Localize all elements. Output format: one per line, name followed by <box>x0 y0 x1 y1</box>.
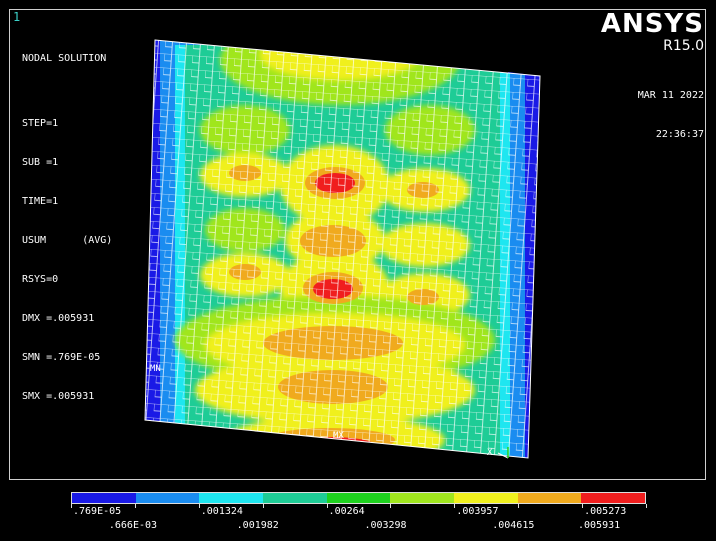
min-marker: MN <box>150 364 161 374</box>
legend-label: .666E-03 <box>108 520 158 531</box>
legend-tick <box>262 504 264 508</box>
x-axis-label: X <box>487 448 493 458</box>
contour-field <box>145 40 540 458</box>
legend-swatch <box>390 493 455 503</box>
legend-label: .005273 <box>584 506 627 517</box>
legend-tick <box>134 504 136 508</box>
legend-tick <box>390 504 392 508</box>
legend-swatch <box>454 493 518 503</box>
legend-swatch <box>199 493 264 503</box>
ansys-graphics-window: { "window": {"number": "1"}, "info": { "… <box>0 0 716 541</box>
contour-legend-bar <box>71 492 646 504</box>
legend-label: .769E-05 <box>73 506 122 517</box>
legend-label: .001324 <box>200 506 243 517</box>
legend-tick <box>454 504 456 508</box>
legend-label: .00264 <box>328 506 365 517</box>
legend-tick <box>582 504 584 508</box>
legend-swatch <box>326 493 391 503</box>
contour-plot: MN MX X <box>144 39 541 459</box>
legend-tick <box>198 504 200 508</box>
legend-swatch <box>72 493 136 503</box>
max-marker: MX <box>333 431 344 441</box>
legend-label: .004615 <box>492 520 535 531</box>
legend-tick <box>326 504 328 508</box>
legend-swatch <box>517 493 582 503</box>
legend-label: .001982 <box>236 520 279 531</box>
legend-swatch <box>263 493 327 503</box>
legend-swatch <box>581 493 646 503</box>
legend-swatch <box>135 493 200 503</box>
legend-label: .003298 <box>364 520 407 531</box>
legend-tick <box>646 504 647 508</box>
legend-tick <box>518 504 520 508</box>
legend-label: .003957 <box>456 506 499 517</box>
legend-label: .005931 <box>578 520 621 531</box>
legend-tick <box>71 504 72 508</box>
